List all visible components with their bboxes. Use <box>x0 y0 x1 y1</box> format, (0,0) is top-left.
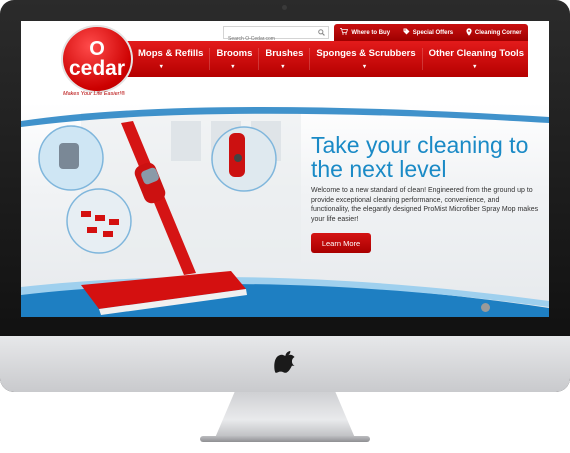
chevron-down-icon: ▾ <box>281 64 285 70</box>
learn-more-button[interactable]: Learn More <box>311 233 371 253</box>
nav-label: Brushes <box>265 48 304 59</box>
chevron-down-icon: ▾ <box>159 64 163 70</box>
monitor-stand <box>215 392 355 438</box>
apple-logo-icon <box>274 351 295 373</box>
hero-body: Welcome to a new standard of clean! Engi… <box>311 187 539 223</box>
utility-nav: Where to Buy Special Offers Cleaning Cor… <box>334 24 528 41</box>
search-box <box>223 26 329 45</box>
nav-brushes[interactable]: Brushes ▾ <box>259 48 311 70</box>
chevron-down-icon: ▾ <box>363 64 367 70</box>
search-icon[interactable] <box>318 29 325 36</box>
nav-other-cleaning-tools[interactable]: Other Cleaning Tools ▾ <box>423 48 530 70</box>
chevron-down-icon: ▾ <box>473 64 477 70</box>
brand-tagline: Makes Your Life Easier!® <box>63 91 126 97</box>
brand-logo[interactable]: O cedar <box>61 25 133 93</box>
utility-label: Where to Buy <box>351 29 391 36</box>
nav-label: Other Cleaning Tools <box>428 48 524 59</box>
logo-text-cedar: cedar <box>68 57 126 80</box>
monitor-frame: O cedar Makes Your Life Easier!® Where t… <box>0 0 570 392</box>
nav-label: Mops & Refills <box>138 48 204 59</box>
utility-label: Cleaning Corner <box>474 29 522 36</box>
monitor-chin <box>0 336 570 392</box>
nav-brooms[interactable]: Brooms ▾ <box>210 48 260 70</box>
monitor-stand-base <box>200 436 370 442</box>
location-pin-icon <box>466 27 472 38</box>
utility-label: Special Offers <box>412 29 454 36</box>
webcam <box>282 5 287 10</box>
utility-cleaning-corner[interactable]: Cleaning Corner <box>466 27 522 38</box>
slider-dot[interactable] <box>481 303 490 312</box>
tag-icon <box>403 28 410 37</box>
utility-where-to-buy[interactable]: Where to Buy <box>340 28 390 37</box>
hero-title: Take your cleaning to the next level <box>311 132 529 182</box>
nav-sponges-scrubbers[interactable]: Sponges & Scrubbers ▾ <box>310 48 423 70</box>
utility-special-offers[interactable]: Special Offers <box>403 28 453 37</box>
browser-screen: O cedar Makes Your Life Easier!® Where t… <box>21 21 549 317</box>
nav-label: Sponges & Scrubbers <box>316 48 416 59</box>
hero-banner: Take your cleaning to the next level Wel… <box>21 103 549 317</box>
cart-icon <box>340 28 349 37</box>
chevron-down-icon: ▾ <box>231 64 235 70</box>
nav-label: Brooms <box>216 48 253 59</box>
logo-text-o: O <box>89 38 105 60</box>
main-nav: Mops & Refills ▾ Brooms ▾ Brushes ▾ Spon… <box>116 41 528 77</box>
